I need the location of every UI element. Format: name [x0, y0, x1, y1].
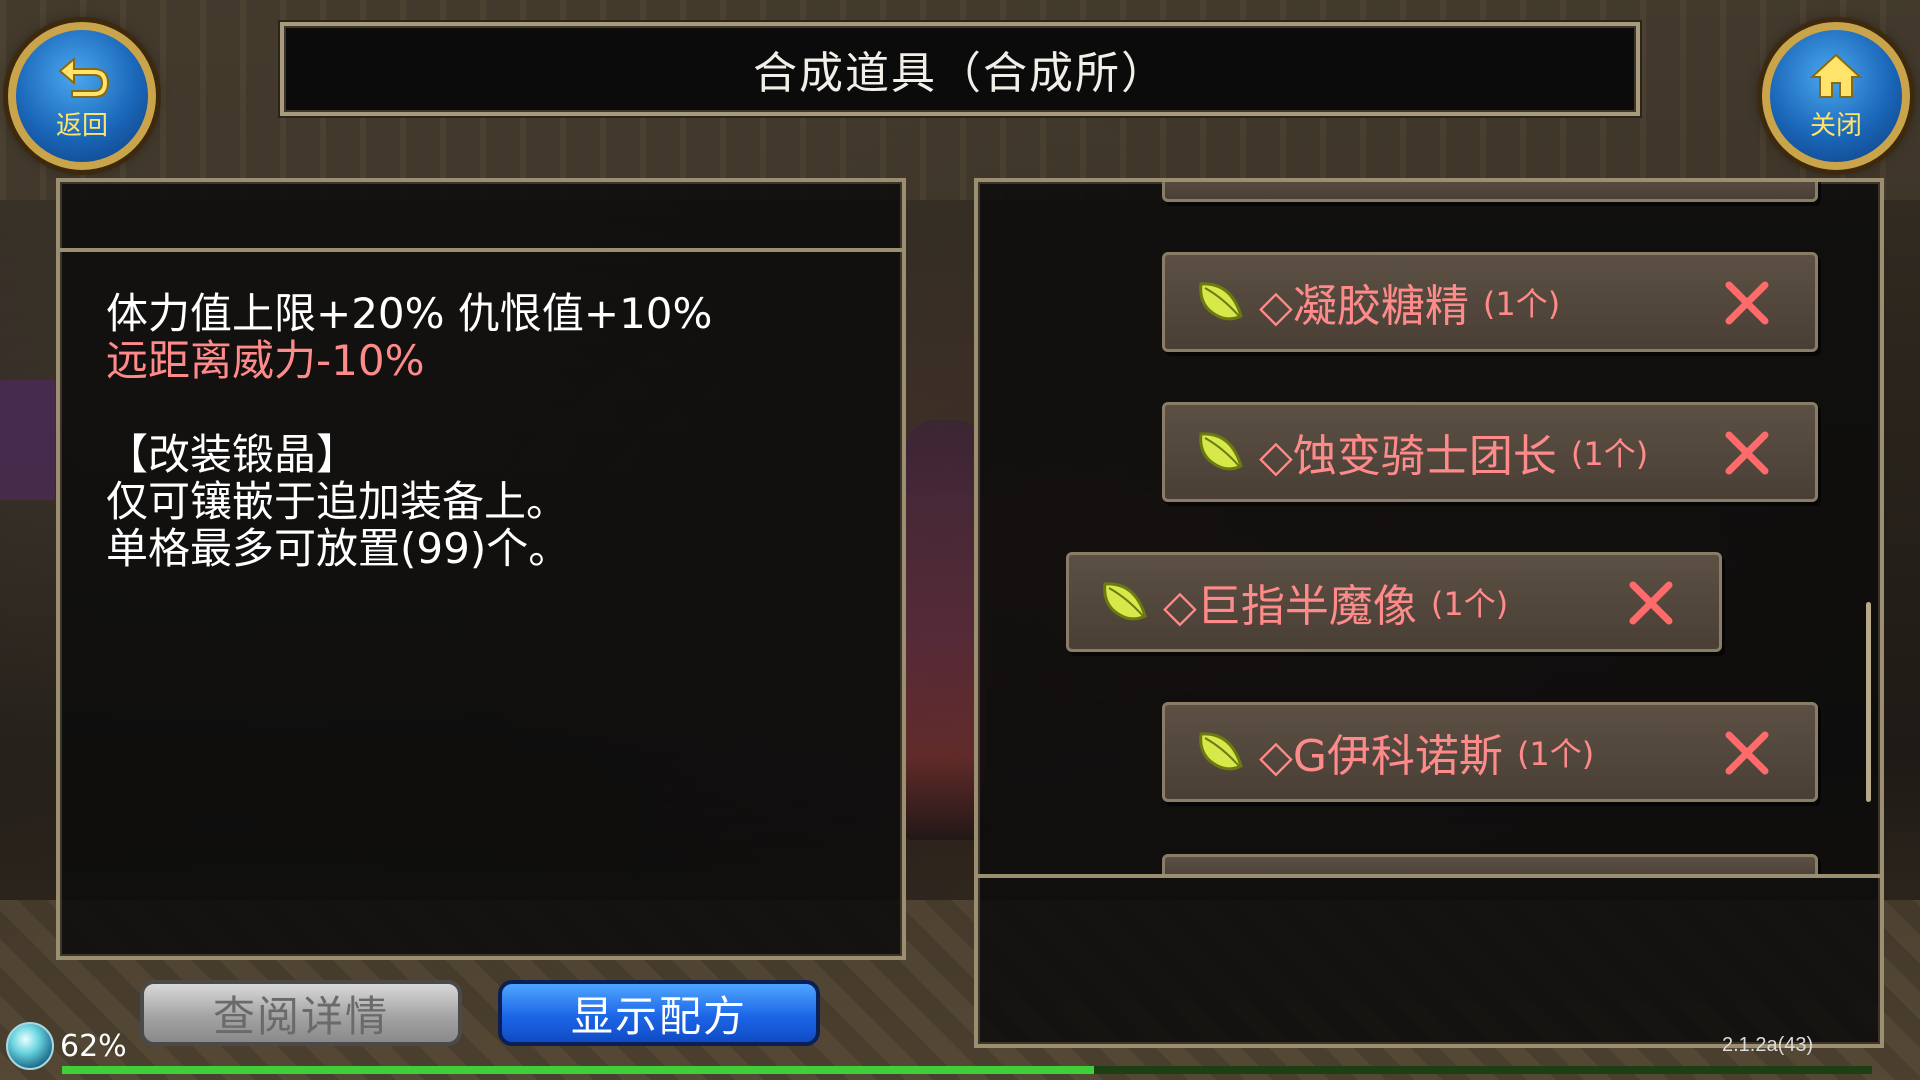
home-icon	[1809, 53, 1863, 98]
item-name: ◇G伊科诺斯	[1259, 731, 1503, 782]
leaf-icon	[1199, 282, 1243, 321]
stat-penalty-line: 远距离威力-10%	[106, 336, 425, 385]
leaf-icon	[1199, 732, 1243, 771]
leaf-icon	[1199, 432, 1243, 471]
item-name: ◇凝胶糖精	[1259, 281, 1469, 332]
item-name: ◇巨指半魔像	[1163, 581, 1417, 632]
version-label: 2.1.2a(43)	[1722, 1034, 1814, 1056]
battery-indicator: 62%	[6, 1022, 127, 1070]
item-name: ◇蚀变骑士团长	[1259, 431, 1557, 482]
back-label: 返回	[55, 110, 108, 141]
progress-fill	[62, 1066, 1094, 1074]
item-stack-note: 单格最多可放置(99)个。	[106, 524, 571, 573]
close-label: 关闭	[1809, 110, 1862, 141]
list-item-partial[interactable]	[1162, 854, 1818, 874]
leaf-icon	[1103, 582, 1147, 621]
close-button[interactable]: 关闭	[1762, 22, 1910, 170]
item-count: (1个)	[1570, 435, 1649, 473]
list-item[interactable]: ◇蚀变骑士团长 (1个)	[1162, 402, 1818, 502]
item-count: (1个)	[1482, 285, 1561, 323]
list-item-selected[interactable]: ◇巨指半魔像 (1个)	[1066, 552, 1722, 652]
material-list-panel: ◇凝胶糖精 (1个) ◇蚀变骑士团长 (1个) ◇巨指半魔像 (1个) ◇G伊科…	[974, 178, 1884, 1048]
battery-orb-icon	[6, 1022, 54, 1070]
battery-percent: 62%	[60, 1028, 127, 1064]
page-title: 合成道具（合成所）	[753, 48, 1167, 99]
progress-bar	[62, 1066, 1872, 1074]
title-bar: 合成道具（合成所）	[280, 22, 1640, 116]
view-details-button[interactable]: 查阅详情	[140, 980, 462, 1046]
panel-divider	[978, 874, 1880, 878]
item-detail-panel: 体力值上限+20% 仇恨值+10% 远距离威力-10% 【改装锻晶】 仅可镶嵌于…	[56, 178, 906, 960]
remove-icon[interactable]	[1627, 579, 1675, 627]
item-description: 体力值上限+20% 仇恨值+10% 远距离威力-10% 【改装锻晶】 仅可镶嵌于…	[106, 290, 712, 572]
list-scrollbar[interactable]	[1866, 602, 1871, 802]
remove-icon[interactable]	[1723, 279, 1771, 327]
back-button[interactable]: 返回	[8, 22, 156, 170]
list-item-partial[interactable]	[1162, 182, 1818, 202]
show-recipe-button[interactable]: 显示配方	[498, 980, 820, 1046]
list-item[interactable]: ◇G伊科诺斯 (1个)	[1162, 702, 1818, 802]
item-category: 【改装锻晶】	[106, 430, 359, 479]
list-item[interactable]: ◇凝胶糖精 (1个)	[1162, 252, 1818, 352]
back-arrow-icon	[58, 56, 110, 98]
item-usage-note: 仅可镶嵌于追加装备上。	[106, 477, 569, 526]
item-count: (1个)	[1430, 585, 1509, 623]
stat-line: 体力值上限+20% 仇恨值+10%	[106, 289, 713, 338]
panel-divider	[60, 248, 902, 252]
remove-icon[interactable]	[1723, 729, 1771, 777]
item-count: (1个)	[1516, 735, 1595, 773]
remove-icon[interactable]	[1723, 429, 1771, 477]
material-list[interactable]: ◇凝胶糖精 (1个) ◇蚀变骑士团长 (1个) ◇巨指半魔像 (1个) ◇G伊科…	[978, 182, 1880, 874]
